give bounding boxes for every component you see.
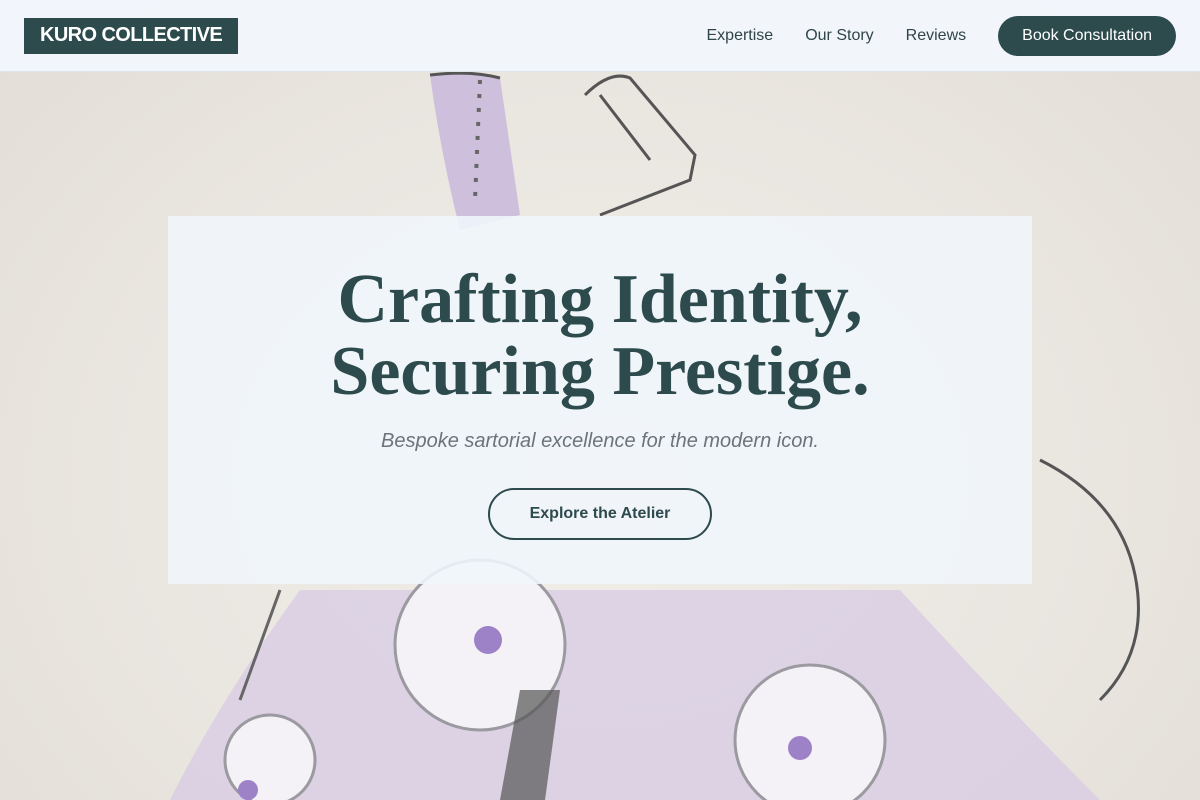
hero-title-line-1: Crafting Identity, (337, 261, 863, 338)
hero-card: Crafting Identity, Securing Prestige. Be… (168, 216, 1032, 584)
hero-title-line-2: Securing Prestige. (330, 333, 870, 410)
brand-logo[interactable]: KURO COLLECTIVE (24, 17, 239, 54)
hero-subtitle: Bespoke sartorial excellence for the mod… (380, 430, 819, 452)
main-nav: Expertise Our Story Reviews Book Consult… (707, 15, 1176, 56)
hero-title: Crafting Identity, Securing Prestige. (168, 264, 1032, 408)
explore-atelier-button[interactable]: Explore the Atelier (488, 488, 712, 540)
book-consultation-button[interactable]: Book Consultation (998, 15, 1176, 56)
nav-link-our-story[interactable]: Our Story (805, 27, 873, 45)
nav-link-expertise[interactable]: Expertise (707, 27, 774, 45)
site-header: KURO COLLECTIVE Expertise Our Story Revi… (0, 0, 1200, 72)
nav-link-reviews[interactable]: Reviews (906, 27, 966, 45)
